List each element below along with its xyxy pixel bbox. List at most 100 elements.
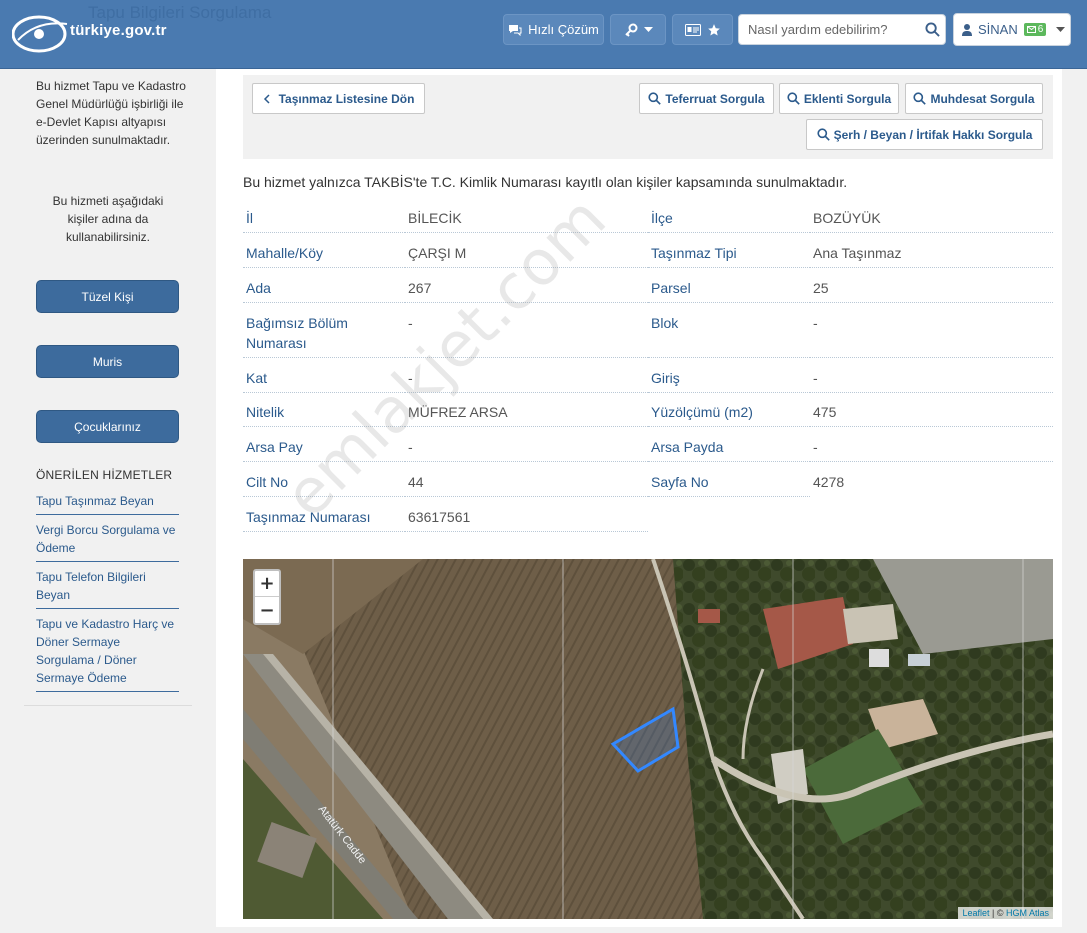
row-divider bbox=[405, 496, 648, 497]
logo-text: türkiye.gov.tr bbox=[70, 22, 167, 39]
user-menu-button[interactable]: SİNAN 6 bbox=[953, 13, 1071, 46]
sidebar-divider bbox=[24, 705, 192, 706]
search-icon bbox=[787, 92, 800, 105]
blok-label: Blok bbox=[651, 315, 679, 331]
row-divider bbox=[243, 232, 405, 233]
row-divider bbox=[810, 267, 1053, 268]
row-divider bbox=[648, 232, 810, 233]
row-divider bbox=[810, 357, 1053, 358]
map-attribution: Leaflet | © HGM Atlas bbox=[958, 907, 1053, 919]
yuzolcum-value: 475 bbox=[813, 404, 837, 420]
eklenti-label: Eklenti Sorgula bbox=[803, 91, 892, 106]
search-icon bbox=[913, 92, 927, 105]
ada-label: Ada bbox=[246, 280, 271, 296]
recommended-link[interactable]: Tapu Taşınmaz Beyan bbox=[36, 490, 179, 515]
leaflet-link[interactable]: Leaflet bbox=[962, 908, 989, 918]
row-divider bbox=[648, 302, 810, 303]
row-divider bbox=[810, 232, 1053, 233]
row-divider bbox=[243, 496, 405, 497]
muhdesat-label: Muhdesat Sorgula bbox=[930, 91, 1035, 106]
row-divider bbox=[810, 426, 1053, 427]
parsel-label: Parsel bbox=[651, 280, 691, 296]
serh-label: Şerh / Beyan / İrtifak Hakkı Sorgula bbox=[833, 127, 1033, 142]
turkiye-gov-logo[interactable]: türkiye.gov.tr bbox=[11, 10, 197, 56]
giris-value: - bbox=[813, 370, 818, 386]
zoom-in-button[interactable]: + bbox=[255, 571, 279, 597]
hizli-cozum-button[interactable]: Hızlı Çözüm bbox=[503, 14, 604, 45]
bagimsiz-bolum-label-line2: Numarası bbox=[246, 335, 307, 351]
recommended-link[interactable]: Tapu Telefon Bilgileri Beyan bbox=[36, 566, 179, 609]
row-divider bbox=[243, 426, 405, 427]
arsa-pay-value: - bbox=[408, 439, 413, 455]
kat-value: - bbox=[408, 370, 413, 386]
star-icon bbox=[707, 23, 720, 36]
row-divider bbox=[648, 461, 810, 462]
teferruat-label: Teferruat Sorgula bbox=[665, 91, 765, 106]
card-favorites-button[interactable] bbox=[672, 14, 733, 45]
yuzolcum-label: Yüzölçümü (m2) bbox=[651, 404, 753, 420]
tasinmaz-tipi-value: Ana Taşınmaz bbox=[813, 245, 902, 261]
row-divider bbox=[405, 267, 648, 268]
tuzel-kisi-button[interactable]: Tüzel Kişi bbox=[36, 280, 179, 313]
parcel-map[interactable]: Atatürk Cadde + − Leaflet | © HGM Atlas bbox=[243, 559, 1053, 919]
satellite-imagery[interactable]: Atatürk Cadde bbox=[243, 559, 1053, 919]
row-divider bbox=[405, 426, 648, 427]
row-divider bbox=[405, 302, 648, 303]
mahalle-value: ÇARŞI M bbox=[408, 245, 467, 261]
messages-badge[interactable]: 6 bbox=[1023, 23, 1047, 36]
row-divider bbox=[810, 461, 1053, 462]
recommended-list: Tapu Taşınmaz Beyan Vergi Borcu Sorgulam… bbox=[36, 490, 179, 696]
back-to-list-button[interactable]: Taşınmaz Listesine Dön bbox=[252, 83, 425, 114]
search-input[interactable] bbox=[739, 15, 919, 44]
search-box[interactable] bbox=[738, 14, 946, 45]
eklenti-button[interactable]: Eklenti Sorgula bbox=[779, 83, 899, 114]
recommended-link[interactable]: Vergi Borcu Sorgulama ve Ödeme bbox=[36, 519, 179, 562]
teferruat-button[interactable]: Teferruat Sorgula bbox=[639, 83, 774, 114]
arsa-payda-value: - bbox=[813, 439, 818, 455]
row-divider bbox=[405, 392, 648, 393]
cilt-no-value: 44 bbox=[408, 474, 424, 490]
serh-beyan-button[interactable]: Şerh / Beyan / İrtifak Hakkı Sorgula bbox=[806, 119, 1043, 150]
search-icon bbox=[817, 128, 830, 141]
row-divider bbox=[243, 302, 405, 303]
row-divider bbox=[405, 232, 648, 233]
row-divider bbox=[405, 357, 648, 358]
search-icon bbox=[648, 92, 662, 105]
nitelik-value: MÜFREZ ARSA bbox=[408, 404, 508, 420]
row-divider bbox=[648, 357, 810, 358]
search-icon[interactable] bbox=[925, 22, 940, 37]
attribution-separator: | © bbox=[989, 908, 1006, 918]
ilce-label: İlçe bbox=[651, 210, 673, 226]
row-divider bbox=[648, 496, 810, 497]
arsa-pay-label: Arsa Pay bbox=[246, 439, 303, 455]
row-divider bbox=[243, 392, 405, 393]
chevron-down-icon bbox=[1056, 26, 1066, 32]
chat-icon bbox=[509, 24, 522, 36]
zoom-control: + − bbox=[253, 569, 281, 625]
recommended-link[interactable]: Tapu ve Kadastro Harç ve Döner Sermaye S… bbox=[36, 613, 179, 692]
user-icon bbox=[962, 23, 972, 36]
row-divider bbox=[810, 302, 1053, 303]
action-toolbar: Taşınmaz Listesine Dön Teferruat Sorgula… bbox=[243, 75, 1053, 159]
parsel-value: 25 bbox=[813, 280, 829, 296]
key-icon bbox=[624, 23, 637, 37]
hgm-atlas-link[interactable]: HGM Atlas bbox=[1006, 908, 1049, 918]
nitelik-label: Nitelik bbox=[246, 404, 285, 420]
arsa-payda-label: Arsa Payda bbox=[651, 439, 724, 455]
il-label: İl bbox=[246, 210, 253, 226]
bagimsiz-bolum-label-line1: Bağımsız Bölüm bbox=[246, 315, 348, 331]
logo-swoosh-icon bbox=[11, 15, 68, 53]
ada-value: 267 bbox=[408, 280, 432, 296]
muris-button[interactable]: Muris bbox=[36, 345, 179, 378]
row-divider bbox=[405, 461, 648, 462]
zoom-out-button[interactable]: − bbox=[255, 597, 279, 623]
row-divider bbox=[243, 357, 405, 358]
muhdesat-button[interactable]: Muhdesat Sorgula bbox=[905, 83, 1043, 114]
key-menu-button[interactable] bbox=[610, 14, 666, 45]
row-divider bbox=[648, 392, 810, 393]
cocuklariniz-button[interactable]: Çocuklarınız bbox=[36, 410, 179, 443]
recommended-heading: ÖNERİLEN HİZMETLER bbox=[36, 468, 173, 482]
row-divider bbox=[243, 461, 405, 462]
tasinmaz-numarasi-value: 63617561 bbox=[408, 509, 471, 525]
bagimsiz-bolum-value: - bbox=[408, 315, 413, 331]
